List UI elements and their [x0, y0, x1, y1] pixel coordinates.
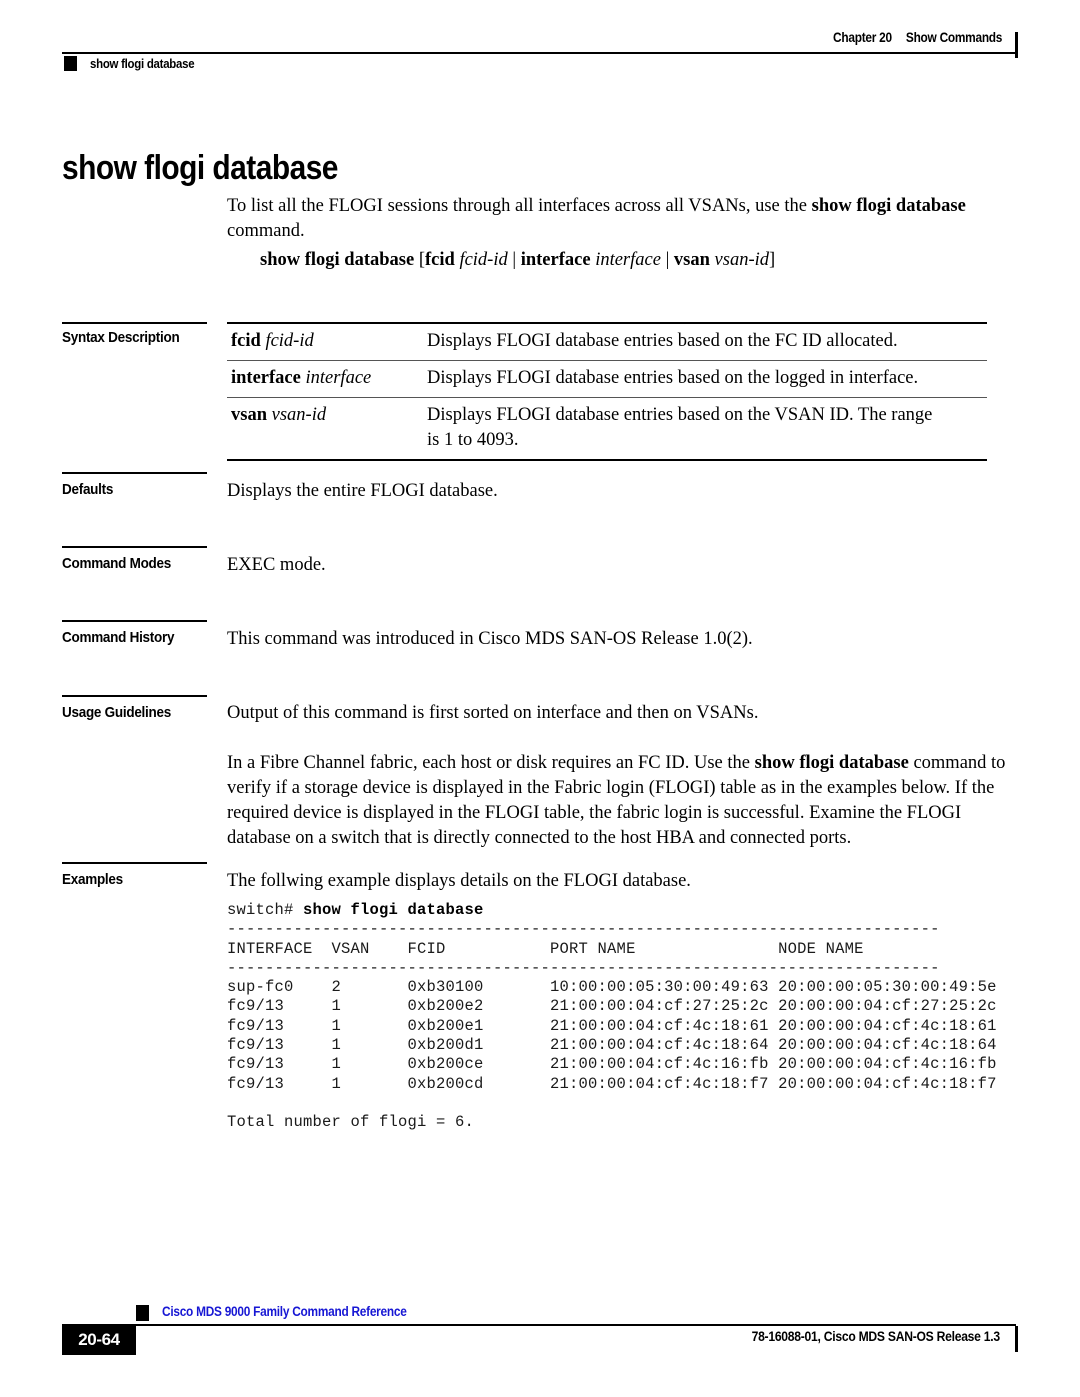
console-separator-mid: ----------------------------------------…: [227, 958, 940, 977]
footer-document-id: 78-16088-01, Cisco MDS SAN-OS Release 1.…: [751, 1329, 1001, 1344]
header-chapter-title: Show Commands: [905, 30, 1003, 45]
syntax-desc-interface: Displays FLOGI database entries based on…: [427, 368, 919, 388]
table-row: vsan vsan-id Displays FLOGI database ent…: [227, 398, 987, 459]
synopsis-command: show flogi database: [260, 250, 415, 270]
synopsis-arg-vsan: vsan-id: [709, 250, 770, 270]
section-label-command-history: Command History: [62, 629, 175, 646]
header-running-head: show flogi database: [90, 56, 195, 71]
section-label-usage-guidelines: Usage Guidelines: [62, 704, 171, 721]
syntax-key-bold: vsan: [231, 405, 267, 425]
syntax-key-interface: interface interface: [227, 361, 427, 397]
usage-paragraph-2: In a Fibre Channel fabric, each host or …: [227, 751, 1017, 851]
intro-paragraph-block: To list all the FLOGI sessions through a…: [227, 194, 1017, 244]
page-footer: Cisco MDS 9000 Family Command Reference …: [62, 1304, 1018, 1375]
syntax-key-italic: fcid-id: [260, 331, 314, 351]
header-chapter-info: Chapter 20 Show Commands: [833, 30, 1002, 45]
syntax-key-italic: interface: [300, 368, 372, 388]
synopsis-arg-interface: interface: [590, 250, 661, 270]
usage-guidelines-body: Output of this command is first sorted o…: [227, 701, 1017, 851]
synopsis-arg-fcid: fcid-id: [454, 250, 508, 270]
intro-paragraph: To list all the FLOGI sessions through a…: [227, 194, 1017, 244]
examples-label-rule: [62, 862, 207, 864]
table-row: fcid fcid-id Displays FLOGI database ent…: [227, 324, 987, 360]
synopsis-separator-1: |: [507, 250, 521, 270]
console-output-block: switch# show flogi database ------------…: [227, 901, 997, 1133]
footer-page-number: 20-64: [78, 1330, 120, 1349]
syntax-key-bold: fcid: [231, 331, 261, 351]
footer-bullet-square-icon: [136, 1305, 149, 1321]
footer-edge-tick-icon: [1015, 1326, 1018, 1352]
synopsis-open-bracket: [: [414, 250, 425, 270]
defaults-label-rule: [62, 472, 207, 474]
section-label-command-modes: Command Modes: [62, 555, 172, 572]
header-bullet-square-icon: [64, 56, 77, 71]
header-rule: [62, 52, 1016, 54]
command-modes-label-rule: [62, 546, 207, 548]
syntax-key-bold: interface: [231, 368, 301, 388]
footer-book-title: Cisco MDS 9000 Family Command Reference: [162, 1304, 407, 1319]
synopsis-keyword-vsan: vsan: [673, 250, 710, 270]
section-label-examples: Examples: [62, 871, 123, 888]
command-synopsis: show flogi database [fcid fcid-id | inte…: [260, 248, 775, 273]
intro-text-after: command.: [227, 221, 305, 241]
console-separator-top: ----------------------------------------…: [227, 920, 940, 939]
syntax-key-italic: vsan-id: [267, 405, 327, 425]
section-label-syntax-description: Syntax Description: [62, 329, 180, 346]
table-rule-bottom: [227, 459, 987, 461]
page-title: show flogi database: [62, 148, 338, 187]
header-chapter-number: Chapter 20: [832, 30, 892, 45]
command-modes-text: EXEC mode.: [227, 555, 326, 575]
synopsis-close-bracket: ]: [769, 250, 776, 270]
intro-command-bold: show flogi database: [811, 196, 966, 216]
syntax-desc-vsan: Displays FLOGI database entries based on…: [427, 405, 933, 450]
footer-rule: [136, 1324, 1016, 1326]
defaults-text: Displays the entire FLOGI database.: [227, 481, 498, 501]
page-header: Chapter 20 Show Commands show flogi datab…: [62, 30, 1018, 88]
syntax-key-vsan: vsan vsan-id: [227, 398, 427, 434]
synopsis-separator-2: |: [660, 250, 674, 270]
header-edge-tick-icon: [1015, 32, 1018, 58]
console-table-rows: sup-fc0 2 0xb30100 10:00:00:05:30:00:49:…: [227, 978, 997, 1093]
console-prompt: switch#: [227, 901, 304, 919]
syntax-description-label-rule: [62, 322, 207, 324]
synopsis-keyword-interface: interface: [520, 250, 591, 270]
intro-text-before: To list all the FLOGI sessions through a…: [227, 196, 812, 216]
usage-p2-bold-command: show flogi database: [754, 753, 909, 773]
usage-paragraph-1: Output of this command is first sorted o…: [227, 703, 759, 723]
command-history-text: This command was introduced in Cisco MDS…: [227, 629, 753, 649]
table-row: interface interface Displays FLOGI datab…: [227, 361, 987, 397]
section-label-defaults: Defaults: [62, 481, 114, 498]
synopsis-keyword-fcid: fcid: [425, 250, 455, 270]
syntax-description-table: fcid fcid-id Displays FLOGI database ent…: [227, 322, 987, 461]
console-command: show flogi database: [303, 901, 484, 919]
syntax-key-fcid: fcid fcid-id: [227, 324, 427, 360]
usage-guidelines-label-rule: [62, 695, 207, 697]
usage-p2-part1: In a Fibre Channel fabric, each host or …: [227, 753, 755, 773]
syntax-desc-fcid: Displays FLOGI database entries based on…: [427, 331, 898, 351]
examples-intro-text: The follwing example displays details on…: [227, 871, 691, 891]
console-header-row: INTERFACE VSAN FCID PORT NAME NODE NAME: [227, 939, 864, 958]
command-history-label-rule: [62, 620, 207, 622]
console-total-line: Total number of flogi = 6.: [227, 1113, 475, 1132]
